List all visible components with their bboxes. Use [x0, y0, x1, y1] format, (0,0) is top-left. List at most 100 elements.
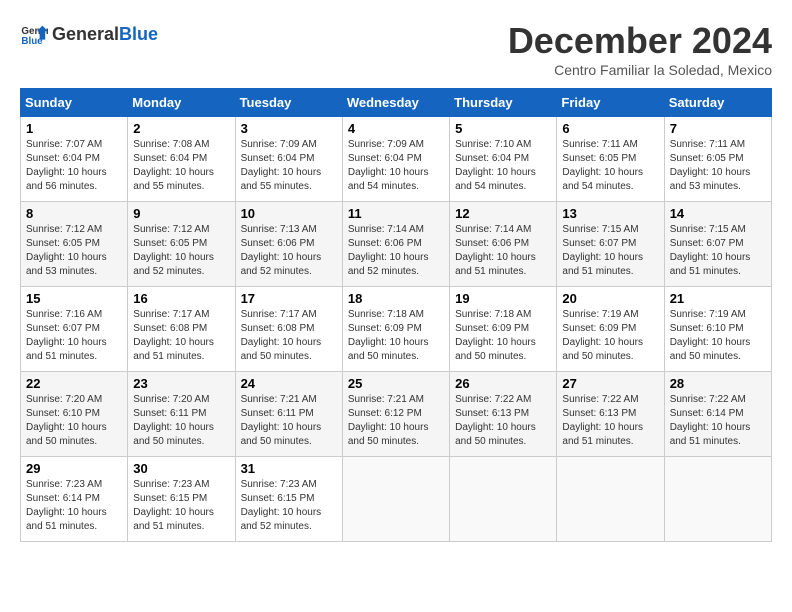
day-number: 11 [348, 206, 444, 221]
day-info: Sunrise: 7:15 AMSunset: 6:07 PMDaylight:… [562, 224, 643, 277]
day-number: 4 [348, 121, 444, 136]
calendar-header-wednesday: Wednesday [342, 89, 449, 117]
calendar-header-monday: Monday [128, 89, 235, 117]
calendar-day-8: 8Sunrise: 7:12 AMSunset: 6:05 PMDaylight… [21, 202, 128, 287]
day-info: Sunrise: 7:21 AMSunset: 6:11 PMDaylight:… [241, 394, 322, 447]
calendar-day-3: 3Sunrise: 7:09 AMSunset: 6:04 PMDaylight… [235, 117, 342, 202]
calendar-day-22: 22 Sunrise: 7:20 AMSunset: 6:10 PMDayligh… [21, 372, 128, 457]
day-info: Sunrise: 7:22 AMSunset: 6:14 PMDaylight:… [670, 394, 751, 447]
page-header: General Blue General Blue December 2024 … [20, 20, 772, 78]
month-title: December 2024 [508, 20, 772, 62]
day-info: Sunrise: 7:08 AMSunset: 6:04 PMDaylight:… [133, 139, 214, 192]
day-info: Sunrise: 7:19 AMSunset: 6:10 PMDaylight:… [670, 309, 751, 362]
day-number: 12 [455, 206, 551, 221]
calendar-day-13: 13 Sunrise: 7:15 AMSunset: 6:07 PMDayligh… [557, 202, 664, 287]
calendar-header-sunday: Sunday [21, 89, 128, 117]
day-info: Sunrise: 7:11 AMSunset: 6:05 PMDaylight:… [562, 139, 643, 192]
day-number: 23 [133, 376, 229, 391]
day-info: Sunrise: 7:17 AMSunset: 6:08 PMDaylight:… [133, 309, 214, 362]
day-number: 15 [26, 291, 122, 306]
day-info: Sunrise: 7:07 AMSunset: 6:04 PMDaylight:… [26, 139, 107, 192]
day-number: 31 [241, 461, 337, 476]
day-number: 21 [670, 291, 766, 306]
calendar-day-30: 30 Sunrise: 7:23 AMSunset: 6:15 PMDayligh… [128, 457, 235, 542]
calendar-day-5: 5Sunrise: 7:10 AMSunset: 6:04 PMDaylight… [450, 117, 557, 202]
calendar-day-20: 20Sunrise: 7:19 AMSunset: 6:09 PMDayligh… [557, 287, 664, 372]
calendar-week-2: 8Sunrise: 7:12 AMSunset: 6:05 PMDaylight… [21, 202, 772, 287]
logo: General Blue General Blue [20, 20, 158, 48]
calendar-day-11: 11 Sunrise: 7:14 AMSunset: 6:06 PMDayligh… [342, 202, 449, 287]
day-info: Sunrise: 7:09 AMSunset: 6:04 PMDaylight:… [348, 139, 429, 192]
calendar-header-saturday: Saturday [664, 89, 771, 117]
day-info: Sunrise: 7:23 AMSunset: 6:14 PMDaylight:… [26, 479, 107, 532]
day-info: Sunrise: 7:19 AMSunset: 6:09 PMDaylight:… [562, 309, 643, 362]
day-info: Sunrise: 7:16 AMSunset: 6:07 PMDaylight:… [26, 309, 107, 362]
calendar-day-4: 4 Sunrise: 7:09 AMSunset: 6:04 PMDaylight… [342, 117, 449, 202]
day-info: Sunrise: 7:12 AMSunset: 6:05 PMDaylight:… [26, 224, 107, 277]
subtitle: Centro Familiar la Soledad, Mexico [508, 62, 772, 78]
day-info: Sunrise: 7:14 AMSunset: 6:06 PMDaylight:… [348, 224, 429, 277]
calendar-header-row: SundayMondayTuesdayWednesdayThursdayFrid… [21, 89, 772, 117]
day-number: 25 [348, 376, 444, 391]
empty-cell [450, 457, 557, 542]
title-block: December 2024 Centro Familiar la Soledad… [508, 20, 772, 78]
calendar-header-friday: Friday [557, 89, 664, 117]
calendar-day-21: 21 Sunrise: 7:19 AMSunset: 6:10 PMDayligh… [664, 287, 771, 372]
day-info: Sunrise: 7:20 AMSunset: 6:10 PMDaylight:… [26, 394, 107, 447]
day-number: 18 [348, 291, 444, 306]
calendar-day-2: 2 Sunrise: 7:08 AMSunset: 6:04 PMDaylight… [128, 117, 235, 202]
day-number: 7 [670, 121, 766, 136]
day-info: Sunrise: 7:23 AMSunset: 6:15 PMDaylight:… [133, 479, 214, 532]
day-number: 19 [455, 291, 551, 306]
calendar-day-1: 1Sunrise: 7:07 AMSunset: 6:04 PMDaylight… [21, 117, 128, 202]
day-info: Sunrise: 7:18 AMSunset: 6:09 PMDaylight:… [455, 309, 536, 362]
day-info: Sunrise: 7:14 AMSunset: 6:06 PMDaylight:… [455, 224, 536, 277]
logo-icon: General Blue [20, 20, 48, 48]
day-number: 10 [241, 206, 337, 221]
calendar-day-24: 24 Sunrise: 7:21 AMSunset: 6:11 PMDayligh… [235, 372, 342, 457]
day-info: Sunrise: 7:17 AMSunset: 6:08 PMDaylight:… [241, 309, 322, 362]
calendar-day-19: 19 Sunrise: 7:18 AMSunset: 6:09 PMDayligh… [450, 287, 557, 372]
day-number: 28 [670, 376, 766, 391]
day-number: 17 [241, 291, 337, 306]
day-number: 13 [562, 206, 658, 221]
day-info: Sunrise: 7:12 AMSunset: 6:05 PMDaylight:… [133, 224, 214, 277]
day-number: 29 [26, 461, 122, 476]
calendar-table: SundayMondayTuesdayWednesdayThursdayFrid… [20, 88, 772, 542]
day-number: 24 [241, 376, 337, 391]
day-info: Sunrise: 7:09 AMSunset: 6:04 PMDaylight:… [241, 139, 322, 192]
day-number: 16 [133, 291, 229, 306]
day-number: 30 [133, 461, 229, 476]
calendar-day-17: 17 Sunrise: 7:17 AMSunset: 6:08 PMDayligh… [235, 287, 342, 372]
empty-cell [557, 457, 664, 542]
day-number: 6 [562, 121, 658, 136]
day-info: Sunrise: 7:18 AMSunset: 6:09 PMDaylight:… [348, 309, 429, 362]
day-number: 2 [133, 121, 229, 136]
calendar-day-7: 7 Sunrise: 7:11 AMSunset: 6:05 PMDaylight… [664, 117, 771, 202]
empty-cell [664, 457, 771, 542]
day-info: Sunrise: 7:21 AMSunset: 6:12 PMDaylight:… [348, 394, 429, 447]
calendar-week-1: 1Sunrise: 7:07 AMSunset: 6:04 PMDaylight… [21, 117, 772, 202]
day-info: Sunrise: 7:20 AMSunset: 6:11 PMDaylight:… [133, 394, 214, 447]
calendar-day-28: 28 Sunrise: 7:22 AMSunset: 6:14 PMDayligh… [664, 372, 771, 457]
calendar-header-tuesday: Tuesday [235, 89, 342, 117]
day-info: Sunrise: 7:13 AMSunset: 6:06 PMDaylight:… [241, 224, 322, 277]
day-info: Sunrise: 7:23 AMSunset: 6:15 PMDaylight:… [241, 479, 322, 532]
calendar-day-31: 31 Sunrise: 7:23 AMSunset: 6:15 PMDayligh… [235, 457, 342, 542]
calendar-day-12: 12 Sunrise: 7:14 AMSunset: 6:06 PMDayligh… [450, 202, 557, 287]
logo-blue: Blue [119, 24, 158, 45]
day-info: Sunrise: 7:11 AMSunset: 6:05 PMDaylight:… [670, 139, 751, 192]
day-number: 22 [26, 376, 122, 391]
calendar-day-10: 10 Sunrise: 7:13 AMSunset: 6:06 PMDayligh… [235, 202, 342, 287]
calendar-day-26: 26Sunrise: 7:22 AMSunset: 6:13 PMDayligh… [450, 372, 557, 457]
empty-cell [342, 457, 449, 542]
day-info: Sunrise: 7:15 AMSunset: 6:07 PMDaylight:… [670, 224, 751, 277]
day-number: 9 [133, 206, 229, 221]
calendar-day-9: 9 Sunrise: 7:12 AMSunset: 6:05 PMDaylight… [128, 202, 235, 287]
calendar-day-27: 27Sunrise: 7:22 AMSunset: 6:13 PMDayligh… [557, 372, 664, 457]
calendar-header-thursday: Thursday [450, 89, 557, 117]
calendar-day-18: 18 Sunrise: 7:18 AMSunset: 6:09 PMDayligh… [342, 287, 449, 372]
calendar-day-14: 14 Sunrise: 7:15 AMSunset: 6:07 PMDayligh… [664, 202, 771, 287]
calendar-week-4: 22 Sunrise: 7:20 AMSunset: 6:10 PMDayligh… [21, 372, 772, 457]
day-number: 14 [670, 206, 766, 221]
